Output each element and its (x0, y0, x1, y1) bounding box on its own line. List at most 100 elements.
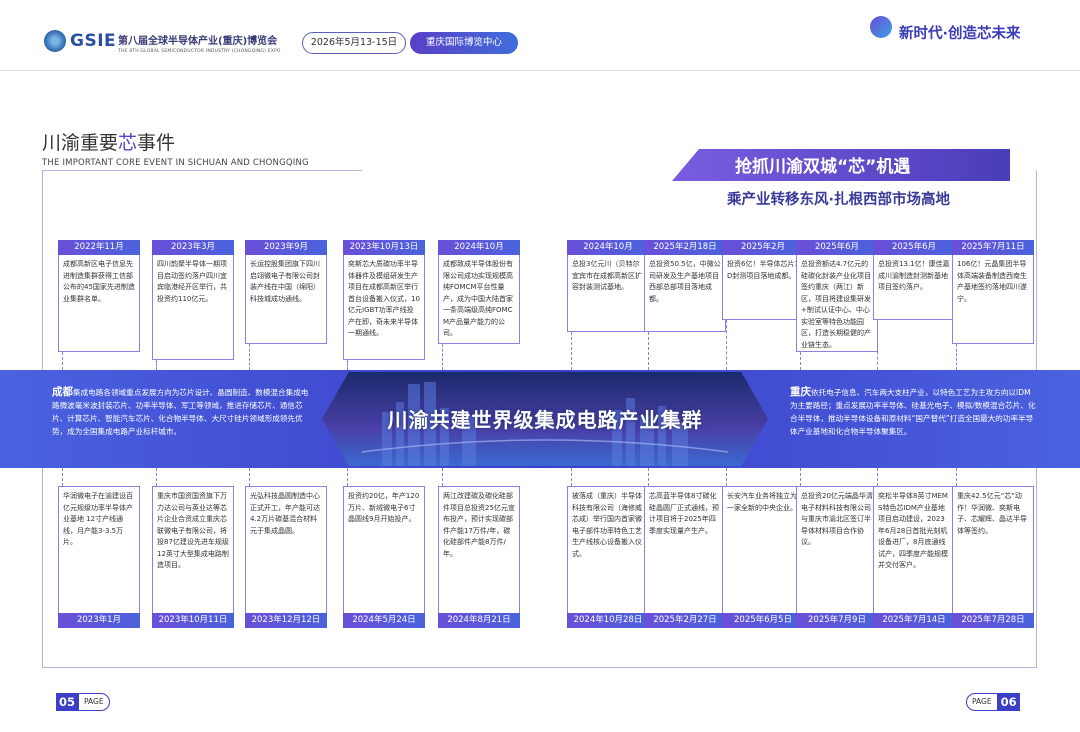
chongqing-city: 重庆 (790, 386, 811, 398)
event-date: 2025年2月 (722, 240, 804, 255)
event-connector (442, 468, 443, 486)
event-connector (571, 332, 572, 370)
event-connector (648, 468, 649, 486)
chongqing-text: 依托电子信息、汽车两大支柱产业，以特色工艺为主攻方向以IDM为主要路径；重点发展… (790, 388, 1036, 436)
event-text: 被落成（重庆）半导体科技有限公司（海修威芯成）举行国内首家微电子部件功率特色工艺… (572, 492, 642, 558)
expo-venue-pill: 重庆国际博览中心 (410, 32, 518, 54)
event-card-bottom: 2023年1月 华润微电子在渝建设百亿元规级功率半导体产业基地 12寸产线通线，月… (58, 486, 140, 628)
event-text: 两江改建碳及碳化硅部件项目总投资25亿元宣布投产，预计实现碳部件产能17万件/年… (443, 492, 515, 558)
slogan: 新时代·创造芯未来 (899, 26, 1021, 42)
event-card-top: 2025年7月11日 106亿！元晶集团半导体高端装备制造西南生产基地签约落地四川… (952, 240, 1034, 344)
event-date: 2025年2月18日 (644, 240, 726, 255)
page-number-left-value: 05 (56, 693, 78, 711)
event-date: 2025年7月9日 (796, 613, 878, 628)
event-card-top: 2025年6月总投资额达4.7亿元的硅碳化封装产业化项目签约重庆（两江）新区，项… (796, 240, 878, 352)
event-date: 2024年10月 (567, 240, 649, 255)
event-card-bottom: 2023年12月12日 光弘科技晶圆制造中心正式开工，年产能可达4.2万片碳基混合… (245, 486, 327, 628)
event-connector (877, 320, 878, 370)
event-connector (648, 332, 649, 370)
event-card-bottom: 2025年7月28日 重庆42.5亿元“芯”动作！华润微、奕斯电子、芯耀辉、晶达半… (952, 486, 1034, 628)
event-connector (249, 344, 250, 370)
event-date: 2025年7月11日 (952, 240, 1034, 255)
event-connector (800, 468, 801, 486)
event-card-top: 2024年10月 成都致成半导体股份有限公司成功实现规模高纯FOMCM平台性量产，… (438, 240, 520, 344)
chongqing-summary: 重庆依托电子信息、汽车两大支柱产业，以特色工艺为主攻方向以IDM为主要路径；重点… (790, 386, 1038, 438)
chengdu-city: 成都 (52, 386, 73, 398)
event-connector (956, 468, 957, 486)
event-card-bottom: 2024年5月24日 投资约20亿，年产120万片、新绒微电子6寸晶圆线9月开始投… (343, 486, 425, 628)
event-connector (800, 352, 801, 370)
event-date: 2025年2月27日 (644, 613, 726, 628)
event-date: 2025年7月28日 (952, 613, 1034, 628)
expo-name-cn: 第八届全球半导体产业(重庆)博览会 (118, 36, 278, 47)
event-connector (877, 468, 878, 486)
event-text: 奕松半导体8英寸MEMS特色芯IDM产业基地项目启动建设，2023年6月28日首… (878, 492, 948, 569)
event-card-top: 2023年10月13日 奕斯芯大质碳功率半导体器件及模组研发生产项目在成都高新区举… (343, 240, 425, 360)
event-date: 2025年7月14日 (873, 613, 955, 628)
event-text: 投资约20亿，年产120万片、新绒微电子6寸晶圆线9月开始投产。 (348, 492, 420, 523)
event-text: 长安汽车业务将独立为一家全新的中央企业。 (727, 492, 797, 512)
event-card-bottom: 2025年7月14日 奕松半导体8英寸MEMS特色芯IDM产业基地项目启动建设，2… (873, 486, 955, 628)
chengdu-summary: 成都集成电路各领域重点发展方向为芯片设计、晶圆制造、数模混合集成电路微波毫米波封… (52, 386, 310, 438)
event-connector (571, 468, 572, 486)
event-text: 成都致成半导体股份有限公司成功实现规模高纯FOMCM平台性量产，成为中国大陆首家… (443, 260, 513, 337)
section-title-highlight: 芯 (118, 132, 138, 154)
event-connector (347, 468, 348, 486)
event-date: 2023年12月12日 (245, 613, 327, 628)
event-card-bottom: 2025年6月5日 长安汽车业务将独立为一家全新的中央企业。 (722, 486, 804, 628)
section-title-post: 事件 (137, 132, 176, 154)
event-card-top: 2023年3月 四川韵聚半导体一期项目启动签约落户四川宜宾临港经开区举行，共投资约… (152, 240, 234, 360)
section-title-en: THE IMPORTANT CORE EVENT IN SICHUAN AND … (42, 158, 309, 168)
expo-date-pill: 2026年5月13-15日 (302, 32, 406, 54)
event-card-top: 2025年2月18日 总投资50.5亿，中微公司研发及生产基地项目西部总部项目落地… (644, 240, 726, 332)
event-connector (726, 468, 727, 486)
event-date: 2024年5月24日 (343, 613, 425, 628)
event-date: 2023年1月 (58, 613, 140, 628)
event-connector (156, 360, 157, 370)
event-connector (249, 468, 250, 486)
page-header: GSIE 第八届全球半导体产业(重庆)博览会 THE 8TH GLOBAL SE… (0, 0, 1080, 60)
event-date: 2024年10月28日 (567, 613, 649, 628)
page-number-left: 05 PAGE (56, 693, 110, 711)
event-card-bottom: 2024年8月21日 两江改建碳及碳化硅部件项目总投资25亿元宣布投产，预计实现碳… (438, 486, 520, 628)
event-card-top: 2024年10月 总投3亿元川（贝特尔宜宾市在成都高新区扩容封装测试基地。 (567, 240, 649, 332)
event-card-top: 2025年2月 投资6亿！半导体芯片3D封测项目落地成都。 (722, 240, 804, 320)
page-number-right-value: 06 (997, 693, 1020, 711)
event-date: 2023年10月13日 (343, 240, 425, 255)
page-label-right: PAGE (966, 693, 998, 711)
event-text: 芯高蓝半导体8寸碳化硅晶圆厂正式通线，预计项目将于2025年四季度实现量产生产。 (649, 492, 719, 535)
chengdu-text: 集成电路各领域重点发展方向为芯片设计、晶圆制造、数模混合集成电路微波毫米波封装芯… (52, 388, 309, 436)
event-date: 2023年9月 (245, 240, 327, 255)
event-date: 2022年11月 (58, 240, 140, 255)
event-card-top: 2023年9月 长运控股集团旗下四川启翊微电子有限公司封装产线在中国（绵阳）科技城… (245, 240, 327, 344)
event-date: 2023年10月11日 (152, 613, 234, 628)
event-connector (726, 320, 727, 370)
page: GSIE 第八届全球半导体产业(重庆)博览会 THE 8TH GLOBAL SE… (0, 0, 1080, 732)
event-card-bottom: 2025年2月27日 芯高蓝半导体8寸碳化硅晶圆厂正式通线，预计项目将于2025年… (644, 486, 726, 628)
section-title-pre: 川渝重要 (42, 132, 119, 154)
headline-main: 抢抓川渝双城“芯”机遇 (735, 157, 911, 177)
event-card-bottom: 2023年10月11日 重庆市国资国资旗下万力达公司与英业达等芯片企业合资成立重庆… (152, 486, 234, 628)
event-date: 2025年6月 (796, 240, 878, 255)
slogan-dot-icon (870, 16, 892, 38)
gsie-logo-mark-icon (44, 30, 66, 52)
event-connector (62, 352, 63, 370)
event-card-top: 2025年6月 总投资13.1亿！康佳嘉成川渝制造封测新基地项目签约落户。 (873, 240, 955, 320)
event-connector (62, 468, 63, 486)
event-card-bottom: 2025年7月9日 总投资20亿元端晶华清电子材料科技有限公司与重庆市渝北区签订半… (796, 486, 878, 628)
gsie-logo: GSIE (44, 30, 116, 52)
page-number-right: PAGE 06 (966, 693, 1020, 711)
expo-name-en: THE 8TH GLOBAL SEMICONDUCTOR INDUSTRY (C… (118, 49, 281, 54)
event-date: 2025年6月 (873, 240, 955, 255)
event-card-top: 2022年11月 成都高新区电子信息先进制造集群获得工信部公布的45国家先进制造业… (58, 240, 140, 352)
header-divider (0, 70, 1080, 71)
event-date: 2024年8月21日 (438, 613, 520, 628)
event-text: 重庆42.5亿元“芯”动作！华润微、奕斯电子、芯耀辉、晶达半导体等签约。 (957, 492, 1027, 535)
event-text: 华润微电子在渝建设百亿元规级功率半导体产业基地 12寸产线通线，月产能3-3.5… (63, 492, 133, 546)
event-text: 总投资额达4.7亿元的硅碳化封装产业化项目签约重庆（两江）新区，项目将建设集研发… (801, 260, 871, 349)
event-connector (956, 344, 957, 370)
event-connector (442, 344, 443, 370)
event-connector (347, 360, 348, 370)
band-title: 川渝共建世界级集成电路产业集群 (387, 408, 703, 432)
event-date: 2025年6月5日 (722, 613, 804, 628)
